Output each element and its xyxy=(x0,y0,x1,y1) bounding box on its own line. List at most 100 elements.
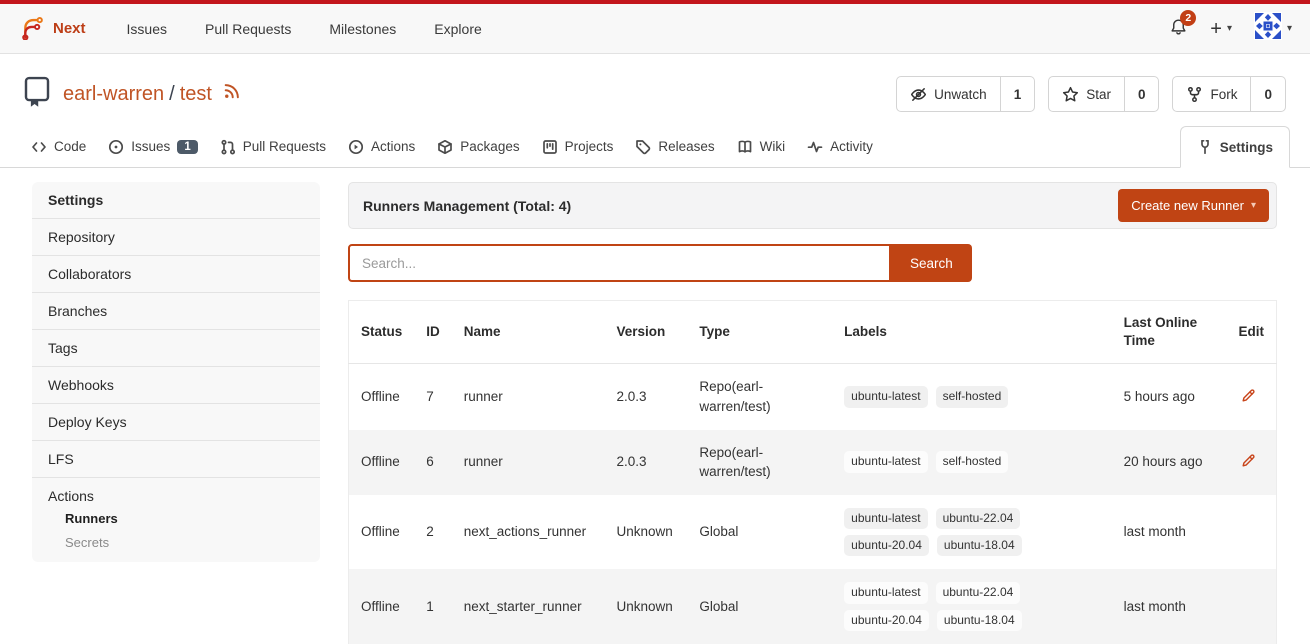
create-new-runner-label: Create new Runner xyxy=(1131,198,1244,213)
runner-name: next_actions_runner xyxy=(452,495,605,570)
fork-button-group: Fork0 xyxy=(1172,76,1286,112)
sidebar-subitem-secrets[interactable]: Secrets xyxy=(65,535,304,550)
book-icon xyxy=(737,139,753,155)
search-button[interactable]: Search xyxy=(891,244,972,282)
tag-icon xyxy=(635,139,651,155)
issue-icon xyxy=(108,139,124,155)
sidebar-item-tags[interactable]: Tags xyxy=(32,330,320,367)
runner-status: Offline xyxy=(349,364,415,430)
runner-status: Offline xyxy=(349,495,415,570)
star-button[interactable]: Star xyxy=(1049,77,1124,111)
unwatch-count[interactable]: 1 xyxy=(1000,77,1035,111)
repo-name-link[interactable]: test xyxy=(180,83,212,106)
runner-status: Offline xyxy=(349,569,415,644)
runner-version: Unknown xyxy=(604,495,687,570)
topnav-link-issues[interactable]: Issues xyxy=(108,21,186,37)
tab-activity[interactable]: Activity xyxy=(796,126,884,167)
sidebar-item-webhooks[interactable]: Webhooks xyxy=(32,367,320,404)
repo-owner-link[interactable]: earl-warren xyxy=(63,83,164,106)
sidebar-item-label: Collaborators xyxy=(48,266,131,282)
sidebar-item-repository[interactable]: Repository xyxy=(32,219,320,256)
unwatch-button-group: Unwatch1 xyxy=(896,76,1035,112)
runner-id: 2 xyxy=(414,495,452,570)
edit-runner-button[interactable] xyxy=(1238,385,1259,409)
sidebar-item-actions[interactable]: ActionsRunnersSecrets xyxy=(32,478,320,562)
runner-type: Global xyxy=(687,495,832,570)
tab-wiki[interactable]: Wiki xyxy=(726,126,797,167)
runner-labels: ubuntu-latest self-hosted xyxy=(832,364,1111,430)
table-header-row: StatusIDNameVersionTypeLabelsLast Online… xyxy=(349,301,1277,364)
sidebar-item-lfs[interactable]: LFS xyxy=(32,441,320,478)
create-new-runner-button[interactable]: Create new Runner ▾ xyxy=(1118,189,1269,222)
issue-count-badge: 1 xyxy=(177,140,197,154)
create-menu-button[interactable]: + ▾ xyxy=(1210,19,1232,39)
label-chips: ubuntu-latestubuntu-22.04ubuntu-20.04ubu… xyxy=(844,508,1034,557)
sidebar-item-collaborators[interactable]: Collaborators xyxy=(32,256,320,293)
topnav-link-pull-requests[interactable]: Pull Requests xyxy=(186,21,310,37)
sidebar-item-label: Webhooks xyxy=(48,377,114,393)
runner-labels: ubuntu-latestubuntu-22.04ubuntu-20.04ubu… xyxy=(832,569,1111,644)
fork-button[interactable]: Fork xyxy=(1173,77,1250,111)
tab-packages[interactable]: Packages xyxy=(426,126,530,167)
label-chip: ubuntu-latest xyxy=(844,451,927,472)
runner-type: Global xyxy=(687,569,832,644)
user-menu-button[interactable]: ▾ xyxy=(1254,12,1292,45)
tab-releases[interactable]: Releases xyxy=(624,126,725,167)
tab-projects[interactable]: Projects xyxy=(531,126,625,167)
column-header-id: ID xyxy=(414,301,452,364)
table-row: Offline1next_starter_runnerUnknownGlobal… xyxy=(349,569,1277,644)
unwatch-button[interactable]: Unwatch xyxy=(897,77,1000,111)
fork-icon xyxy=(1186,86,1203,103)
settings-content: Settings Repository Collaborators Branches T… xyxy=(0,168,1310,644)
topnav-link-explore[interactable]: Explore xyxy=(415,21,500,37)
pull-request-icon xyxy=(220,139,236,155)
edit-runner-button[interactable] xyxy=(1238,450,1259,474)
sidebar-subitem-runners[interactable]: Runners xyxy=(65,511,304,526)
tab-actions[interactable]: Actions xyxy=(337,126,426,167)
eye-slash-icon xyxy=(910,86,927,103)
runner-edit-cell xyxy=(1226,569,1276,644)
label-chip: ubuntu-18.04 xyxy=(937,535,1022,556)
label-chip: ubuntu-18.04 xyxy=(937,610,1022,631)
tab-issues[interactable]: Issues1 xyxy=(97,126,208,167)
runner-version: 2.0.3 xyxy=(604,364,687,430)
column-header-type: Type xyxy=(687,301,832,364)
tab-pulls[interactable]: Pull Requests xyxy=(209,126,337,167)
tab-label-pulls: Pull Requests xyxy=(243,139,326,154)
column-header-version: Version xyxy=(604,301,687,364)
tab-label-releases: Releases xyxy=(658,139,714,154)
chevron-down-icon: ▾ xyxy=(1251,200,1256,211)
sidebar-item-label: Repository xyxy=(48,229,115,245)
tab-label-actions: Actions xyxy=(371,139,415,154)
tab-label-packages: Packages xyxy=(460,139,519,154)
tab-code[interactable]: Code xyxy=(20,126,97,167)
home-logo-link[interactable]: Next xyxy=(18,13,86,45)
runner-last-online: last month xyxy=(1112,569,1227,644)
label-chips: ubuntu-latestubuntu-22.04ubuntu-20.04ubu… xyxy=(844,582,1034,631)
sidebar-item-branches[interactable]: Branches xyxy=(32,293,320,330)
fork-count[interactable]: 0 xyxy=(1250,77,1285,111)
notifications-button[interactable]: 2 xyxy=(1169,17,1188,41)
runner-status: Offline xyxy=(349,430,415,495)
tab-settings[interactable]: Settings xyxy=(1180,126,1290,168)
runners-table: StatusIDNameVersionTypeLabelsLast Online… xyxy=(348,300,1277,644)
runner-id: 6 xyxy=(414,430,452,495)
column-header-name: Name xyxy=(452,301,605,364)
search-input[interactable] xyxy=(348,244,891,282)
runner-id: 1 xyxy=(414,569,452,644)
topnav-link-milestones[interactable]: Milestones xyxy=(310,21,415,37)
runner-last-online: 5 hours ago xyxy=(1112,364,1227,430)
rss-icon[interactable] xyxy=(223,82,241,106)
label-chip: ubuntu-22.04 xyxy=(936,582,1021,603)
label-chip: self-hosted xyxy=(936,386,1009,407)
column-header-last-online-time: Last Online Time xyxy=(1112,301,1227,364)
plus-icon: + xyxy=(1210,19,1222,39)
sidebar-item-deploy-keys[interactable]: Deploy Keys xyxy=(32,404,320,441)
sidebar-item-settings[interactable]: Settings xyxy=(32,182,320,219)
column-header-labels: Labels xyxy=(832,301,1111,364)
label-chip: ubuntu-latest xyxy=(844,386,927,407)
sidebar-item-label: Branches xyxy=(48,303,107,319)
star-count[interactable]: 0 xyxy=(1124,77,1159,111)
sidebar-item-label: Settings xyxy=(48,192,103,208)
chevron-down-icon: ▾ xyxy=(1287,23,1292,34)
